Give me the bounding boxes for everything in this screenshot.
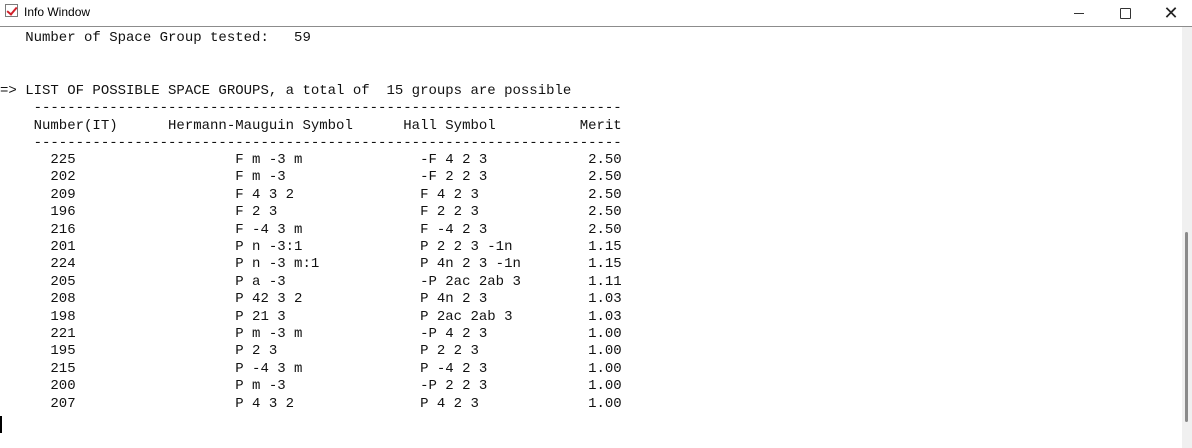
close-button[interactable]: ✕ <box>1148 0 1192 26</box>
minimize-icon <box>1074 12 1084 14</box>
table-row: 200 P m -3 -P 2 2 3 1.00 <box>0 378 622 395</box>
table-row: 224 P n -3 m:1 P 4n 2 3 -1n 1.15 <box>0 256 622 273</box>
text-cursor <box>0 416 2 433</box>
table-column-headers: Number(IT) Hermann-Mauguin Symbol Hall S… <box>0 118 622 134</box>
table-row: 205 P a -3 -P 2ac 2ab 3 1.11 <box>0 273 622 290</box>
table-row: 198 P 21 3 P 2ac 2ab 3 1.03 <box>0 308 622 325</box>
table-row: 201 P n -3:1 P 2 2 3 -1n 1.15 <box>0 239 622 255</box>
maximize-button[interactable] <box>1102 0 1148 26</box>
table-rule-top: ----------------------------------------… <box>0 100 622 116</box>
table-row: 195 P 2 3 P 2 2 3 1.00 <box>0 343 622 360</box>
table-row: 202 F m -3 -F 2 2 3 2.50 <box>0 169 622 186</box>
tested-count-line: Number of Space Group tested: 59 <box>0 30 311 46</box>
table-row: 221 P m -3 m -P 4 2 3 1.00 <box>0 326 622 342</box>
table-row: 215 P -4 3 m P -4 2 3 1.00 <box>0 360 622 377</box>
scrollbar-thumb[interactable] <box>1185 232 1188 422</box>
console-output[interactable]: Number of Space Group tested: 59 => LIST… <box>0 27 1182 448</box>
table-row: 208 P 42 3 2 P 4n 2 3 1.03 <box>0 291 622 308</box>
maximize-icon <box>1119 7 1131 19</box>
list-header-line: => LIST OF POSSIBLE SPACE GROUPS, a tota… <box>0 83 572 99</box>
window-title: Info Window <box>24 5 91 19</box>
close-icon: ✕ <box>1163 2 1179 24</box>
vertical-scrollbar[interactable] <box>1182 27 1192 448</box>
table-row: 209 F 4 3 2 F 4 2 3 2.50 <box>0 186 622 203</box>
title-bar: Info Window ✕ <box>0 0 1192 27</box>
table-row: 207 P 4 3 2 P 4 2 3 1.00 <box>0 395 622 412</box>
minimize-button[interactable] <box>1056 0 1102 26</box>
table-row: 196 F 2 3 F 2 2 3 2.50 <box>0 204 622 221</box>
table-rule-bottom: ----------------------------------------… <box>0 135 622 151</box>
app-checkmark-icon <box>5 4 18 17</box>
table-row: 225 F m -3 m -F 4 2 3 2.50 <box>0 152 622 168</box>
table-row: 216 F -4 3 m F -4 2 3 2.50 <box>0 221 622 238</box>
